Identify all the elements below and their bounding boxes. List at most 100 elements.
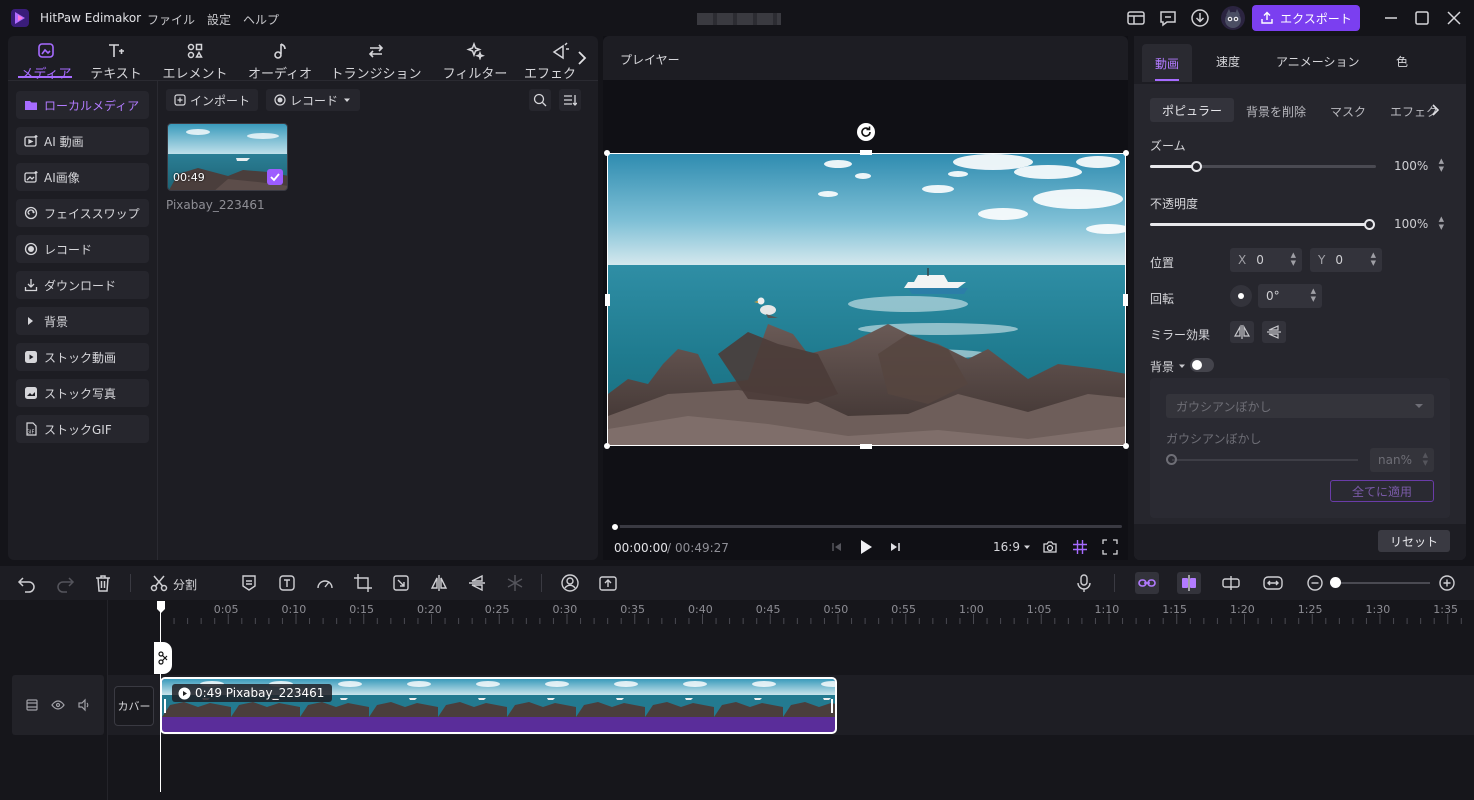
sidebar-item-stock-gif[interactable]: GIF ストックGIF [16, 415, 149, 443]
playhead-scissors-icon[interactable] [154, 642, 172, 674]
upload-frame-icon[interactable] [598, 573, 618, 593]
split-icon[interactable] [149, 573, 169, 593]
redo-icon[interactable] [55, 573, 75, 593]
opacity-input[interactable]: 100% ▲ ▼ [1386, 212, 1450, 236]
resize-handle-tr[interactable] [1123, 150, 1129, 156]
stepper-icon[interactable]: ▲ ▼ [1439, 215, 1444, 231]
next-frame-icon[interactable] [888, 540, 902, 554]
media-selected-checkbox[interactable] [267, 169, 283, 185]
download-icon[interactable] [1190, 8, 1210, 28]
play-icon[interactable] [858, 538, 874, 556]
export-button[interactable]: エクスポート [1252, 5, 1360, 31]
stepper-icon[interactable]: ▲ ▼ [1439, 157, 1444, 173]
undo-icon[interactable] [17, 573, 37, 593]
text-tool-icon[interactable] [277, 573, 297, 593]
tab-color[interactable]: 色 [1396, 53, 1408, 70]
track-audio-icon[interactable] [77, 698, 91, 712]
sidebar-item-ai-image[interactable]: AI画像 [16, 163, 149, 191]
magnet-snap-icon[interactable] [1177, 572, 1201, 594]
delete-icon[interactable] [93, 573, 113, 593]
resize-handle-left[interactable] [605, 294, 610, 306]
tab-element[interactable]: エレメント [158, 42, 232, 82]
crop-icon[interactable] [353, 573, 373, 593]
resize-handle-tl[interactable] [604, 150, 610, 156]
timeline-zoom-knob[interactable] [1330, 577, 1341, 588]
close-icon[interactable] [1445, 9, 1463, 27]
avatar[interactable] [1221, 6, 1245, 30]
sidebar-item-download[interactable]: ダウンロード [16, 271, 149, 299]
subtab-remove-bg[interactable]: 背景を削除 [1246, 103, 1306, 120]
aspect-ratio-dropdown[interactable]: 16:9 [993, 540, 1031, 554]
opacity-slider-knob[interactable] [1364, 219, 1375, 230]
subtabs-next-icon[interactable] [1430, 102, 1442, 118]
video-clip[interactable]: 0:49 Pixabay_223461 [160, 677, 837, 734]
zoom-input[interactable]: 100% ▲ ▼ [1386, 154, 1450, 178]
feedback-icon[interactable] [1158, 8, 1178, 28]
mirror-vertical-icon[interactable] [1262, 321, 1286, 343]
resize-handle-bottom[interactable] [860, 444, 872, 449]
tab-audio[interactable]: オーディオ [242, 42, 318, 82]
position-x-input[interactable]: X 0 ▲ ▼ [1230, 248, 1302, 272]
video-preview[interactable] [607, 153, 1126, 446]
freeze-icon[interactable] [505, 573, 525, 593]
cover-button[interactable]: カバー [114, 686, 154, 726]
sidebar-item-stock-photo[interactable]: ストック写真 [16, 379, 149, 407]
fit-width-icon[interactable] [1263, 573, 1283, 593]
sort-icon[interactable] [559, 89, 581, 111]
minimize-icon[interactable] [1382, 9, 1400, 27]
rotate-handle-icon[interactable] [857, 123, 875, 141]
resize-icon[interactable] [391, 573, 411, 593]
opacity-slider-track[interactable] [1150, 223, 1372, 226]
timeline-zoom-track[interactable] [1334, 582, 1430, 584]
position-y-input[interactable]: Y 0 ▲ ▼ [1310, 248, 1382, 272]
prev-frame-icon[interactable] [830, 540, 844, 554]
stepper-icon[interactable]: ▲ ▼ [1371, 251, 1376, 267]
menu-file[interactable]: ファイル [147, 11, 195, 28]
menu-help[interactable]: ヘルプ [243, 11, 279, 28]
link-toggle-icon[interactable] [1135, 572, 1159, 594]
sidebar-item-record[interactable]: レコード [16, 235, 149, 263]
split-label[interactable]: 分割 [173, 576, 197, 593]
resize-handle-top[interactable] [860, 150, 872, 155]
ai-person-icon[interactable] [560, 573, 580, 593]
stepper-icon[interactable]: ▲ ▼ [1311, 287, 1316, 303]
import-button[interactable]: インポート [166, 89, 259, 111]
flip-horizontal-icon[interactable] [429, 573, 449, 593]
clip-trim-right-handle[interactable] [831, 699, 833, 713]
sidebar-item-local-media[interactable]: ローカルメディア [16, 91, 149, 119]
sidebar-item-face-swap[interactable]: フェイススワップ [16, 199, 149, 227]
mirror-horizontal-icon[interactable] [1230, 321, 1254, 343]
speed-icon[interactable] [315, 573, 335, 593]
flip-vertical-icon[interactable] [467, 573, 487, 593]
zoom-in-icon[interactable] [1437, 573, 1457, 593]
tab-text[interactable]: テキスト [86, 42, 146, 82]
tab-animation[interactable]: アニメーション [1276, 53, 1360, 70]
maximize-icon[interactable] [1413, 9, 1431, 27]
rotation-dial[interactable] [1230, 285, 1252, 307]
track-visibility-icon[interactable] [51, 698, 65, 712]
layout-icon[interactable] [1126, 8, 1146, 28]
grid-icon[interactable] [1072, 539, 1088, 555]
sticker-icon[interactable] [239, 573, 259, 593]
sidebar-item-background[interactable]: 背景 [16, 307, 149, 335]
sidebar-item-ai-video[interactable]: AI 動画 [16, 127, 149, 155]
playback-progress-track[interactable] [615, 525, 1122, 528]
rotation-input[interactable]: 0° ▲ ▼ [1258, 284, 1322, 308]
stepper-icon[interactable]: ▲ ▼ [1291, 251, 1296, 267]
tab-filter[interactable]: フィルター [438, 42, 512, 82]
reset-button[interactable]: リセット [1378, 530, 1450, 552]
tab-video[interactable]: 動画 [1142, 44, 1192, 82]
track-lock-icon[interactable] [25, 698, 39, 712]
playhead-top-icon[interactable] [157, 601, 165, 613]
playhead-line[interactable] [160, 606, 161, 792]
trim-icon[interactable] [1221, 573, 1241, 593]
snapshot-icon[interactable] [1042, 539, 1058, 555]
clip-trim-left-handle[interactable] [164, 699, 166, 713]
microphone-icon[interactable] [1074, 573, 1094, 593]
search-icon[interactable] [529, 89, 551, 111]
tab-transition[interactable]: トランジション [330, 42, 422, 82]
sidebar-item-stock-video[interactable]: ストック動画 [16, 343, 149, 371]
fullscreen-icon[interactable] [1102, 539, 1118, 555]
subtab-popular[interactable]: ポピュラー [1150, 98, 1234, 122]
resize-handle-br[interactable] [1123, 443, 1129, 449]
